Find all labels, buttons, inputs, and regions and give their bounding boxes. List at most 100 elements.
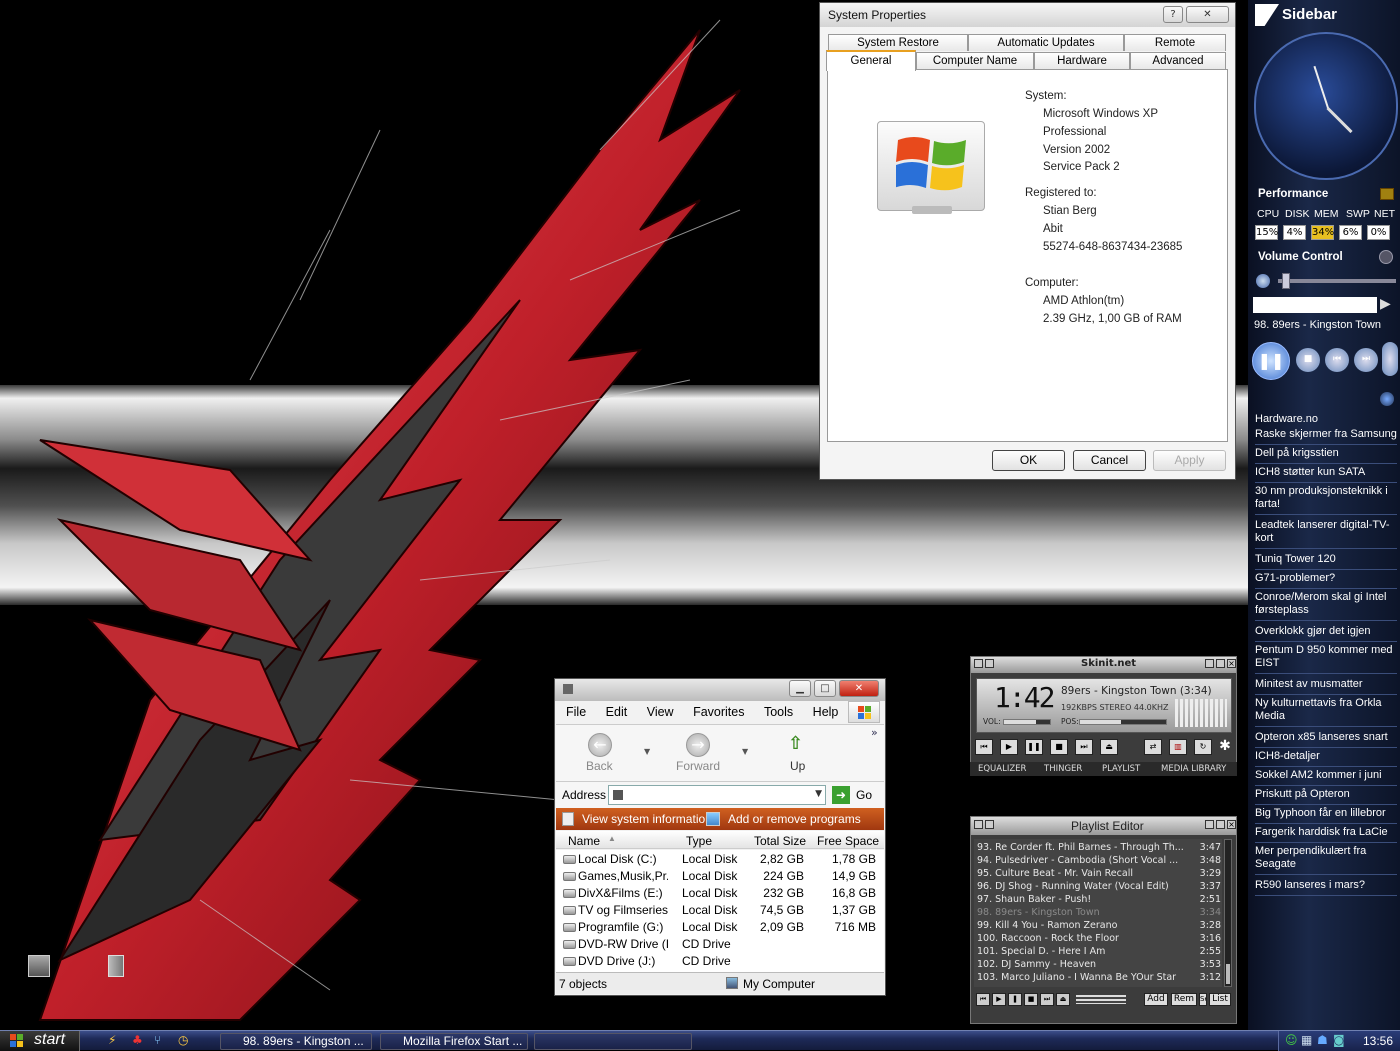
add-button[interactable]: Add <box>1144 993 1168 1006</box>
tray-users-icon[interactable]: ☗ <box>1317 1033 1328 1047</box>
address-input[interactable]: ▼ <box>608 785 826 805</box>
equalizer-toggle-icon[interactable]: ▥ <box>1169 739 1187 755</box>
playlist-item[interactable]: 99. Kill 4 You - Ramon Zerano 3:28 <box>977 920 1222 933</box>
drive-row[interactable]: DivX&Films (E:) Local Disk 232 GB 16,8 GB <box>558 885 884 902</box>
news-source[interactable]: Hardware.no <box>1255 413 1397 426</box>
back-dropdown-icon[interactable]: ▼ <box>644 747 650 756</box>
drive-row[interactable]: Games,Musik,Pr... Local Disk 224 GB 14,9 GB <box>558 868 884 885</box>
drive-row[interactable]: DVD Drive (J:) CD Drive <box>558 953 884 970</box>
column-total-size[interactable]: Total Size <box>754 834 806 848</box>
tab-system-restore[interactable]: System Restore <box>828 34 968 51</box>
stop-icon[interactable]: ■ <box>1296 348 1320 372</box>
play-icon[interactable]: ▶ <box>1000 739 1018 755</box>
taskbar-firefox-button[interactable]: Mozilla Firefox Start ... <box>380 1033 528 1050</box>
forward-arrow-icon[interactable]: → <box>686 733 710 757</box>
next-icon[interactable]: ⏭ <box>1075 739 1093 755</box>
eject-icon[interactable] <box>1382 342 1398 376</box>
tab-equalizer[interactable]: EQUALIZER <box>978 764 1026 774</box>
tray-app-icon[interactable]: ◙ <box>1333 1033 1345 1047</box>
news-item[interactable]: ICH8-detaljer <box>1255 750 1397 767</box>
playlist-item[interactable]: 93. Re Corder ft. Phil Barnes - Through … <box>977 842 1222 855</box>
news-item[interactable]: Ny kulturnettavis fra Orkla Media <box>1255 697 1397 727</box>
news-item[interactable]: Raske skjermer fra Samsung <box>1255 428 1397 445</box>
stop-icon[interactable]: ■ <box>1024 993 1038 1006</box>
playlist-item[interactable]: 96. DJ Shog - Running Water (Vocal Edit)… <box>977 881 1222 894</box>
address-dropdown-icon[interactable]: ▼ <box>815 789 822 799</box>
news-item[interactable]: Priskutt på Opteron <box>1255 788 1397 805</box>
next-icon[interactable]: ⏭ <box>1040 993 1054 1006</box>
select-button[interactable]: Sel <box>1199 993 1207 1006</box>
menu-file[interactable]: File <box>566 705 586 719</box>
playlist-item[interactable]: 100. Raccoon - Rock the Floor 3:16 <box>977 933 1222 946</box>
pause-icon[interactable]: ❚ <box>1008 993 1022 1006</box>
close-button[interactable]: × <box>1227 820 1236 829</box>
taskbar-explorer-button[interactable] <box>534 1033 692 1050</box>
previous-icon[interactable]: ⏮ <box>975 739 993 755</box>
news-item[interactable]: Minitest av musmatter <box>1255 678 1397 695</box>
playlist-item[interactable]: 103. Marco Juliano - I Wanna Be YOur Sta… <box>977 972 1222 985</box>
speaker-icon[interactable] <box>1256 274 1270 288</box>
tray-network-icon[interactable]: ▦ <box>1301 1033 1312 1047</box>
news-item[interactable]: Dell på krigsstien <box>1255 447 1397 464</box>
news-item[interactable]: Fargerik harddisk fra LaCie <box>1255 826 1397 843</box>
minimize-button[interactable]: ▁ <box>789 680 811 697</box>
tab-general[interactable]: General <box>826 50 916 71</box>
playlist-item[interactable]: 94. Pulsedriver - Cambodia (Short Vocal … <box>977 855 1222 868</box>
quicklaunch-clock-icon[interactable]: ◷ <box>178 1033 188 1047</box>
repeat-icon[interactable]: ↻ <box>1194 739 1212 755</box>
recycle-bin-icon[interactable] <box>108 955 124 977</box>
up-label[interactable]: Up <box>790 759 805 773</box>
close-button[interactable]: × <box>1227 659 1236 668</box>
drive-row[interactable]: TV og Filmseries ... Local Disk 74,5 GB 1,3… <box>558 902 884 919</box>
quicklaunch-winamp-icon[interactable]: ⚡ <box>108 1033 116 1047</box>
tab-hardware[interactable]: Hardware <box>1034 52 1130 69</box>
computer-desktop-icon[interactable] <box>28 955 50 977</box>
back-label[interactable]: Back <box>586 759 613 773</box>
news-item[interactable]: Big Typhoon får en lillebror <box>1255 807 1397 824</box>
news-item[interactable]: Tuniq Tower 120 <box>1255 553 1397 570</box>
quicklaunch-app-icon[interactable]: ♣ <box>132 1033 143 1047</box>
news-item[interactable]: Conroe/Merom skal gi Intel førsteplass <box>1255 591 1397 621</box>
globe-icon[interactable] <box>1380 392 1394 406</box>
volume-slider[interactable] <box>1003 719 1051 725</box>
news-item[interactable]: Overklokk gjør det igjen <box>1255 625 1397 642</box>
minimize-button[interactable] <box>1205 659 1214 668</box>
mini-seek-bar[interactable] <box>1076 995 1126 1004</box>
back-arrow-icon[interactable]: ← <box>588 733 612 757</box>
up-folder-icon[interactable]: ⇧ <box>788 733 808 755</box>
tab-remote[interactable]: Remote <box>1124 34 1226 51</box>
shade-button[interactable] <box>985 659 994 668</box>
volume-thumb[interactable] <box>1282 273 1290 289</box>
drive-row[interactable]: Programfile (G:) Local Disk 2,09 GB 716 MB <box>558 919 884 936</box>
previous-icon[interactable]: ⏮ <box>976 993 990 1006</box>
close-button[interactable]: ✕ <box>1186 6 1229 23</box>
tab-playlist[interactable]: PLAYLIST <box>1102 764 1140 774</box>
winamp-logo-icon[interactable]: ✱ <box>1217 739 1233 755</box>
tab-thinger[interactable]: THINGER <box>1044 764 1082 774</box>
playlist-item[interactable]: 101. Special D. - Here I Am 2:55 <box>977 946 1222 959</box>
playlist-item[interactable]: 98. 89ers - Kingston Town 3:34 <box>977 907 1222 920</box>
minimize-button[interactable] <box>1205 820 1214 829</box>
news-item[interactable]: Mer perpendikulært fra Seagate <box>1255 845 1397 875</box>
playlist-item[interactable]: 97. Shaun Baker - Push! 2:51 <box>977 894 1222 907</box>
help-button[interactable]: ? <box>1163 6 1183 23</box>
sidebar-media-input[interactable] <box>1253 297 1377 313</box>
tab-advanced[interactable]: Advanced <box>1130 52 1226 69</box>
taskbar-winamp-button[interactable]: 98. 89ers - Kingston ... <box>220 1033 372 1050</box>
menu-button[interactable] <box>974 820 983 829</box>
news-item[interactable]: 30 nm produksjonsteknikk i farta! <box>1255 485 1397 515</box>
maximize-button[interactable] <box>1216 659 1225 668</box>
apply-button[interactable]: Apply <box>1153 450 1226 471</box>
news-item[interactable]: Sokkel AM2 kommer i juni <box>1255 769 1397 786</box>
add-remove-programs-link[interactable]: Add or remove programs <box>728 812 861 826</box>
tab-computer-name[interactable]: Computer Name <box>916 52 1034 69</box>
menu-edit[interactable]: Edit <box>606 705 628 719</box>
playlist-item[interactable]: 102. DJ Sammy - Heaven 3:53 <box>977 959 1222 972</box>
maximize-button[interactable]: □ <box>814 680 836 697</box>
menu-favorites[interactable]: Favorites <box>693 705 744 719</box>
news-item[interactable]: G71-problemer? <box>1255 572 1397 589</box>
cancel-button[interactable]: Cancel <box>1073 450 1146 471</box>
seek-bar[interactable] <box>1079 719 1167 725</box>
next-icon[interactable]: ⏭ <box>1354 348 1378 372</box>
news-item[interactable]: R590 lanseres i mars? <box>1255 879 1397 896</box>
